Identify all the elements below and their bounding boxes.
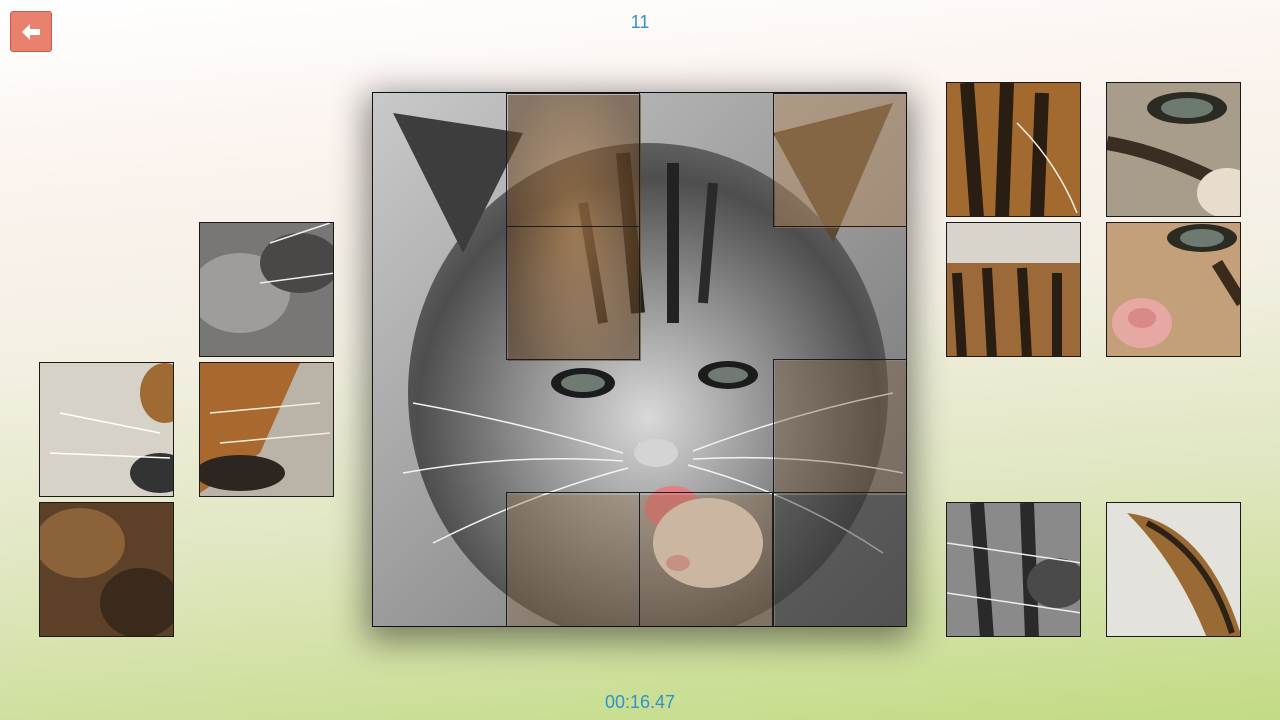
loose-puzzle-tile[interactable] bbox=[1106, 222, 1241, 357]
tile-image bbox=[40, 363, 173, 496]
loose-puzzle-tile[interactable] bbox=[1106, 82, 1241, 217]
board-tile[interactable] bbox=[506, 492, 640, 626]
loose-puzzle-tile[interactable] bbox=[39, 502, 174, 637]
tile-image bbox=[947, 503, 1080, 636]
board-tile[interactable] bbox=[506, 226, 640, 360]
tile-image bbox=[1107, 223, 1240, 356]
tile-image bbox=[1107, 83, 1240, 216]
back-button[interactable] bbox=[10, 11, 52, 52]
loose-puzzle-tile[interactable] bbox=[1106, 502, 1241, 637]
tile-image bbox=[200, 363, 333, 496]
tile-image bbox=[40, 503, 173, 636]
puzzle-board[interactable] bbox=[372, 92, 907, 627]
tile-image bbox=[947, 83, 1080, 216]
loose-puzzle-tile[interactable] bbox=[199, 222, 334, 357]
board-tile[interactable] bbox=[506, 93, 640, 227]
loose-puzzle-tile[interactable] bbox=[946, 222, 1081, 357]
elapsed-timer: 00:16.47 bbox=[604, 692, 676, 712]
loose-puzzle-tile[interactable] bbox=[39, 362, 174, 497]
tile-image bbox=[200, 223, 333, 356]
move-counter: 11 bbox=[630, 12, 650, 32]
loose-puzzle-tile[interactable] bbox=[199, 362, 334, 497]
loose-puzzle-tile[interactable] bbox=[946, 82, 1081, 217]
board-tile[interactable] bbox=[773, 359, 906, 493]
tile-image bbox=[1107, 503, 1240, 636]
tile-image bbox=[947, 223, 1080, 356]
board-tile[interactable] bbox=[639, 492, 773, 626]
board-tile[interactable] bbox=[773, 93, 906, 227]
board-tile[interactable] bbox=[773, 492, 906, 626]
loose-puzzle-tile[interactable] bbox=[946, 502, 1081, 637]
arrow-left-icon bbox=[22, 23, 40, 40]
